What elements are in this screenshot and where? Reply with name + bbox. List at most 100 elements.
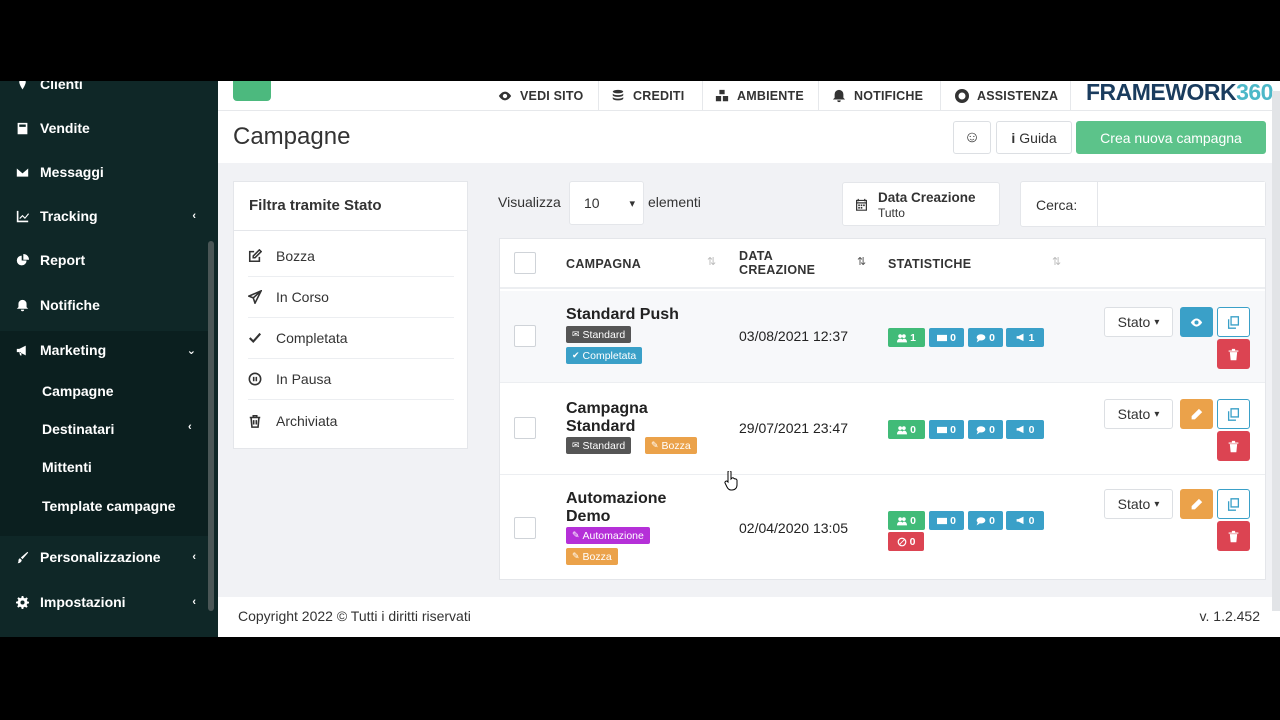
sort-icon[interactable]: ⇅ <box>707 255 716 268</box>
sidebar-item-label: Report <box>40 252 86 268</box>
col-statistiche[interactable]: STATISTICHE <box>888 257 971 271</box>
col-data-creazione[interactable]: DATA CREAZIONE <box>739 249 815 277</box>
campaign-name-line: Demo <box>566 508 611 525</box>
status-dropdown-button[interactable]: Stato ▾ <box>1104 399 1173 429</box>
check-icon: ✔ <box>572 350 580 360</box>
filter-completata[interactable]: Completata <box>248 318 454 359</box>
gear-icon <box>14 594 30 610</box>
view-button[interactable] <box>1180 307 1213 337</box>
sidebar-item-clienti[interactable]: Clienti <box>0 81 210 102</box>
row-checkbox[interactable] <box>514 517 536 539</box>
pencil-icon <box>1191 408 1203 419</box>
elements-label: elementi <box>648 194 701 210</box>
sort-icon[interactable]: ⇅ <box>1052 255 1061 268</box>
pie-chart-icon <box>14 252 30 268</box>
guide-button[interactable]: i Guida <box>996 121 1072 154</box>
filter-in-corso[interactable]: In Corso <box>248 277 454 318</box>
status-dropdown-button[interactable]: Stato ▾ <box>1104 489 1173 519</box>
badge-label: Automazione <box>582 529 644 542</box>
date-filter-title: Data Creazione <box>878 190 976 205</box>
stat-value: 0 <box>950 514 956 527</box>
filter-in-pausa[interactable]: In Pausa <box>248 359 454 400</box>
megaphone-icon <box>1016 516 1024 524</box>
delete-button[interactable] <box>1217 431 1250 461</box>
comment-icon <box>976 516 986 525</box>
sort-desc-icon[interactable]: ⇅ <box>857 255 866 268</box>
duplicate-button[interactable] <box>1217 399 1250 429</box>
edit-button[interactable] <box>1180 489 1213 519</box>
campaign-name[interactable]: Standard Push <box>566 306 679 324</box>
edit-button[interactable] <box>1180 399 1213 429</box>
envelope-icon <box>937 426 948 433</box>
row-checkbox[interactable] <box>514 325 536 347</box>
sidebar-item-marketing[interactable]: Marketing ⌄ <box>0 332 210 368</box>
sidebar-subitem-mittenti[interactable]: Mittenti <box>42 459 92 475</box>
trash-icon <box>1228 348 1239 360</box>
copy-icon <box>1227 497 1240 511</box>
nav-label: ASSISTENZA <box>977 89 1059 103</box>
campaign-name[interactable]: Automazione Demo <box>566 490 666 526</box>
sidebar: Clienti Vendite Messaggi Tracking ‹ Repo… <box>0 81 218 637</box>
nav-assistenza[interactable]: ASSISTENZA <box>955 81 1058 111</box>
stat-value: 0 <box>910 423 916 436</box>
select-all-checkbox[interactable] <box>514 252 536 274</box>
sidebar-item-personalizzazione[interactable]: Personalizzazione ‹ <box>0 539 210 575</box>
stat-value: 1 <box>910 331 916 344</box>
stat-email: 0 <box>929 328 964 347</box>
create-campaign-button[interactable]: Crea nuova campagna <box>1076 121 1266 154</box>
creation-date: 02/04/2020 13:05 <box>739 520 848 536</box>
page-length-label: Visualizza <box>498 194 561 210</box>
date-creation-filter[interactable]: Data Creazione Tutto <box>842 182 1000 226</box>
chevron-down-icon: ▾ <box>1154 408 1160 420</box>
row-checkbox[interactable] <box>514 417 536 439</box>
sidebar-item-messaggi[interactable]: Messaggi <box>0 154 210 190</box>
table-row[interactable]: Standard Push ✉ Standard ✔ Completata 03/0… <box>500 291 1265 383</box>
nav-label: CREDITI <box>633 89 685 103</box>
campaign-name[interactable]: Campagna Standard <box>566 400 648 436</box>
sidebar-subitem-campagne[interactable]: Campagne <box>42 383 114 399</box>
envelope-icon <box>937 334 948 341</box>
nav-crediti[interactable]: CREDITI <box>611 81 684 111</box>
table-row[interactable]: Automazione Demo ✎ Automazione ✎ Bozza 02/0… <box>500 475 1265 579</box>
stato-label: Stato <box>1117 314 1151 330</box>
filter-bozza[interactable]: Bozza <box>248 236 454 277</box>
table-row[interactable]: Campagna Standard ✉ Standard ✎ Bozza 29/07/… <box>500 383 1265 475</box>
duplicate-button[interactable] <box>1217 489 1250 519</box>
sidebar-item-notifiche[interactable]: Notifiche <box>0 287 210 323</box>
delete-button[interactable] <box>1217 339 1250 369</box>
divider <box>234 230 467 231</box>
trash-icon <box>1228 440 1239 452</box>
stat-users: 0 <box>888 420 925 439</box>
bell-icon <box>14 297 30 313</box>
page-length-select[interactable]: 10 ▾ <box>569 181 644 225</box>
sidebar-subitem-template-campagne[interactable]: Template campagne <box>42 498 176 514</box>
nav-notifiche[interactable]: NOTIFICHE <box>832 81 923 111</box>
nav-label: NOTIFICHE <box>854 89 924 103</box>
sidebar-subitem-destinatari[interactable]: Destinatari ‹ <box>42 421 192 437</box>
sidebar-item-label: Clienti <box>40 81 83 92</box>
edit-icon: ✎ <box>572 551 580 561</box>
status-dropdown-button[interactable]: Stato ▾ <box>1104 307 1173 337</box>
delete-button[interactable] <box>1217 521 1250 551</box>
campaign-name-line: Standard <box>566 418 636 435</box>
filter-archiviata[interactable]: Archiviata <box>248 400 454 441</box>
duplicate-button[interactable] <box>1217 307 1250 337</box>
sidebar-item-vendite[interactable]: Vendite <box>0 110 210 146</box>
nav-vedi-sito[interactable]: VEDI SITO <box>498 81 583 111</box>
feedback-button[interactable]: ☺ <box>953 121 991 154</box>
paper-plane-icon <box>248 290 266 304</box>
sidebar-item-impostazioni[interactable]: Impostazioni ‹ <box>0 584 210 620</box>
comment-icon <box>976 425 986 434</box>
col-campagna[interactable]: CAMPAGNA <box>566 257 641 271</box>
stat-value: 0 <box>950 423 956 436</box>
sidebar-item-tracking[interactable]: Tracking ‹ <box>0 198 210 234</box>
page-scrollbar[interactable] <box>1272 91 1280 611</box>
pin-icon <box>14 81 30 92</box>
expand-button[interactable] <box>233 81 271 101</box>
sidebar-scrollbar[interactable] <box>208 241 214 611</box>
search-input[interactable] <box>1097 182 1265 226</box>
sidebar-item-report[interactable]: Report <box>0 242 210 278</box>
nav-ambiente[interactable]: AMBIENTE <box>715 81 804 111</box>
chart-line-icon <box>14 208 30 224</box>
framework360-logo[interactable]: FRAMEWORK360 <box>1086 81 1273 106</box>
